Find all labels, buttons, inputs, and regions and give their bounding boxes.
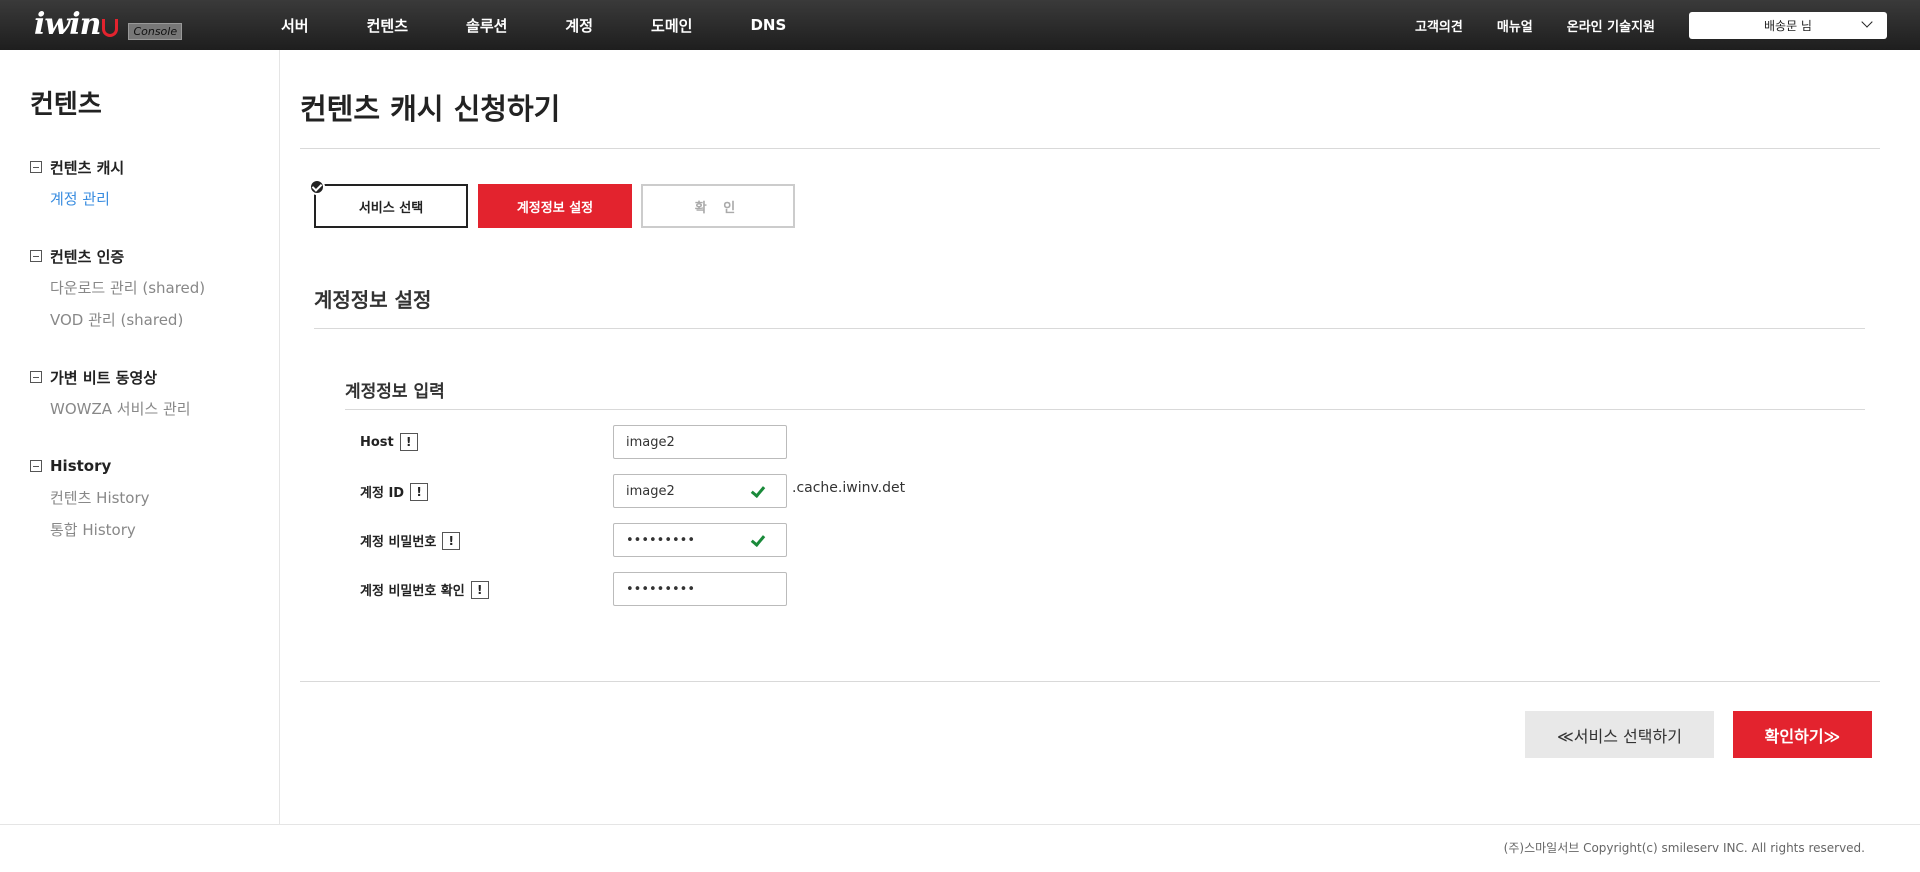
form-row-password-confirm: 계정 비밀번호 확인 ! [360,572,1060,606]
logo[interactable]: iwin Console [34,7,183,42]
sidebar-item-download-management[interactable]: 다운로드 관리 (shared) [50,277,205,299]
sidebar-group-header[interactable]: History [30,455,150,477]
nav-item-contents[interactable]: 컨텐츠 [367,15,408,36]
footer: (주)스마일서브 Copyright(c) smileserv INC. All… [0,824,1920,872]
section-title: 계정정보 설정 [314,288,432,312]
main-nav: 서버 컨텐츠 솔루션 계정 도메인 DNS [281,0,844,50]
user-menu-dropdown[interactable]: 배송문 님 [1689,11,1887,39]
sidebar-group-contents-auth: 컨텐츠 인증 다운로드 관리 (shared) VOD 관리 (shared) [30,245,205,331]
confirm-button[interactable]: 확인하기≫ [1733,711,1872,758]
nav-item-account[interactable]: 계정 [565,15,593,36]
form-row-account-id: 계정 ID ! .cache.iwinv.det [360,474,1060,508]
sidebar-group-adaptive-bitrate: 가변 비트 동영상 WOWZA 서비스 관리 [30,366,191,420]
sidebar-group-history: History 컨텐츠 History 통합 History [30,455,150,541]
manual-link[interactable]: 매뉴얼 [1497,16,1533,35]
password-confirm-label: 계정 비밀번호 확인 ! [360,580,489,599]
console-badge: Console [128,22,183,40]
form-row-password: 계정 비밀번호 ! [360,523,1060,557]
page-title: 컨텐츠 캐시 신청하기 [300,92,561,126]
info-icon[interactable]: ! [442,531,461,550]
feedback-link[interactable]: 고객의견 [1415,16,1463,35]
logo-text: iwin [34,7,101,42]
account-id-label: 계정 ID ! [360,482,429,501]
sidebar-item-wowza-management[interactable]: WOWZA 서비스 관리 [50,398,191,420]
field-label-text: 계정 ID [360,486,405,501]
form-bottom-divider [300,681,1880,682]
nav-item-domain[interactable]: 도메인 [651,15,692,36]
sidebar-group-header[interactable]: 가변 비트 동영상 [30,366,191,388]
domain-suffix: .cache.iwinv.det [792,480,906,496]
sidebar-item-account-management[interactable]: 계정 관리 [50,188,124,210]
step-service-select[interactable]: 서비스 선택 [309,179,468,228]
collapse-icon [30,371,42,383]
step-label: 계정정보 설정 [516,200,594,216]
user-name: 배송문 님 [1764,18,1812,33]
tech-support-link[interactable]: 온라인 기술지원 [1567,16,1655,35]
info-icon[interactable]: ! [410,482,429,501]
logo-smile-icon [102,19,119,37]
sidebar-group-label: History [50,457,112,475]
sidebar-title: 컨텐츠 [30,90,102,120]
step-label: 확 인 [694,200,742,216]
prev-service-select-button[interactable]: ≪서비스 선택하기 [1525,711,1714,758]
sidebar: 컨텐츠 컨텐츠 캐시 계정 관리 컨텐츠 인증 다운로드 관리 (shared)… [0,50,280,824]
step-label: 서비스 선택 [358,200,424,216]
step-account-settings[interactable]: 계정정보 설정 [478,184,632,228]
sidebar-item-integrated-history[interactable]: 통합 History [50,519,150,541]
nav-item-solution[interactable]: 솔루션 [466,15,507,36]
field-label-text: 계정 비밀번호 확인 [360,584,465,599]
host-label: Host ! [360,433,418,451]
chevron-down-icon [1861,15,1873,28]
collapse-icon [30,250,42,262]
info-icon[interactable]: ! [399,433,418,451]
sidebar-group-label: 컨텐츠 캐시 [50,158,125,177]
nav-item-dns[interactable]: DNS [750,16,786,34]
collapse-icon [30,460,42,472]
step-confirm[interactable]: 확 인 [641,184,795,228]
step-complete-check-icon [309,179,325,195]
sidebar-item-contents-history[interactable]: 컨텐츠 History [50,487,150,509]
field-label-text: 계정 비밀번호 [360,535,437,550]
sidebar-group-header[interactable]: 컨텐츠 인증 [30,245,205,267]
subsection-divider [345,409,1865,410]
form-row-host: Host ! [360,425,1060,459]
section-divider [314,328,1865,329]
sidebar-group-label: 컨텐츠 인증 [50,247,125,266]
nav-item-server[interactable]: 서버 [281,15,309,36]
sidebar-group-label: 가변 비트 동영상 [50,368,158,387]
field-label-text: Host [360,434,394,450]
sidebar-group-contents-cache: 컨텐츠 캐시 계정 관리 [30,156,124,210]
title-divider [300,148,1880,149]
password-label: 계정 비밀번호 ! [360,531,461,550]
top-bar: iwin Console 서버 컨텐츠 솔루션 계정 도메인 DNS 고객의견 … [0,0,1920,50]
info-icon[interactable]: ! [470,580,489,599]
utility-links: 고객의견 매뉴얼 온라인 기술지원 배송문 님 [1415,0,1920,50]
password-confirm-input[interactable] [613,572,787,606]
host-input[interactable] [613,425,787,459]
sidebar-item-vod-management[interactable]: VOD 관리 (shared) [50,309,205,331]
sidebar-group-header[interactable]: 컨텐츠 캐시 [30,156,124,178]
copyright-text: (주)스마일서브 Copyright(c) smileserv INC. All… [1503,841,1865,855]
collapse-icon [30,161,42,173]
subsection-title: 계정정보 입력 [345,382,445,402]
